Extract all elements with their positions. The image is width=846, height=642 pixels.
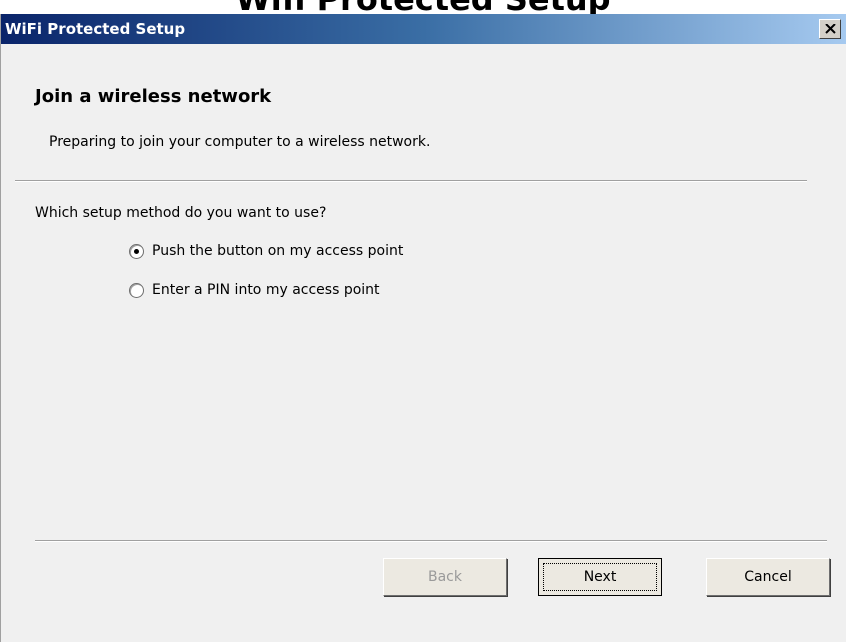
window-title: WiFi Protected Setup xyxy=(5,20,186,38)
radio-unchecked-icon[interactable] xyxy=(129,282,144,298)
radio-checked-icon[interactable] xyxy=(129,243,144,259)
close-icon xyxy=(825,24,836,34)
radio-label-enter-pin[interactable]: Enter a PIN into my access point xyxy=(152,282,380,298)
next-button[interactable]: Next xyxy=(538,558,662,596)
back-button[interactable]: Back xyxy=(383,558,507,596)
cancel-button[interactable]: Cancel xyxy=(706,558,830,596)
footer-divider xyxy=(35,540,827,542)
close-button[interactable] xyxy=(819,19,841,39)
page-heading: Join a wireless network xyxy=(35,86,272,107)
focus-rectangle xyxy=(543,563,657,591)
title-bar[interactable]: WiFi Protected Setup xyxy=(1,14,846,44)
cropped-header-text: Wifi Protected Setup xyxy=(0,0,846,14)
page-subtitle: Preparing to join your computer to a wir… xyxy=(49,134,431,150)
setup-method-question: Which setup method do you want to use? xyxy=(35,205,327,221)
wps-dialog: WiFi Protected Setup Join a wireless net… xyxy=(0,14,846,642)
radio-option-enter-pin[interactable]: Enter a PIN into my access point xyxy=(129,282,380,298)
cropped-header-label: Wifi Protected Setup xyxy=(0,0,846,14)
radio-label-push-button[interactable]: Push the button on my access point xyxy=(152,243,403,259)
header-divider xyxy=(15,180,807,182)
radio-option-push-button[interactable]: Push the button on my access point xyxy=(129,243,403,259)
